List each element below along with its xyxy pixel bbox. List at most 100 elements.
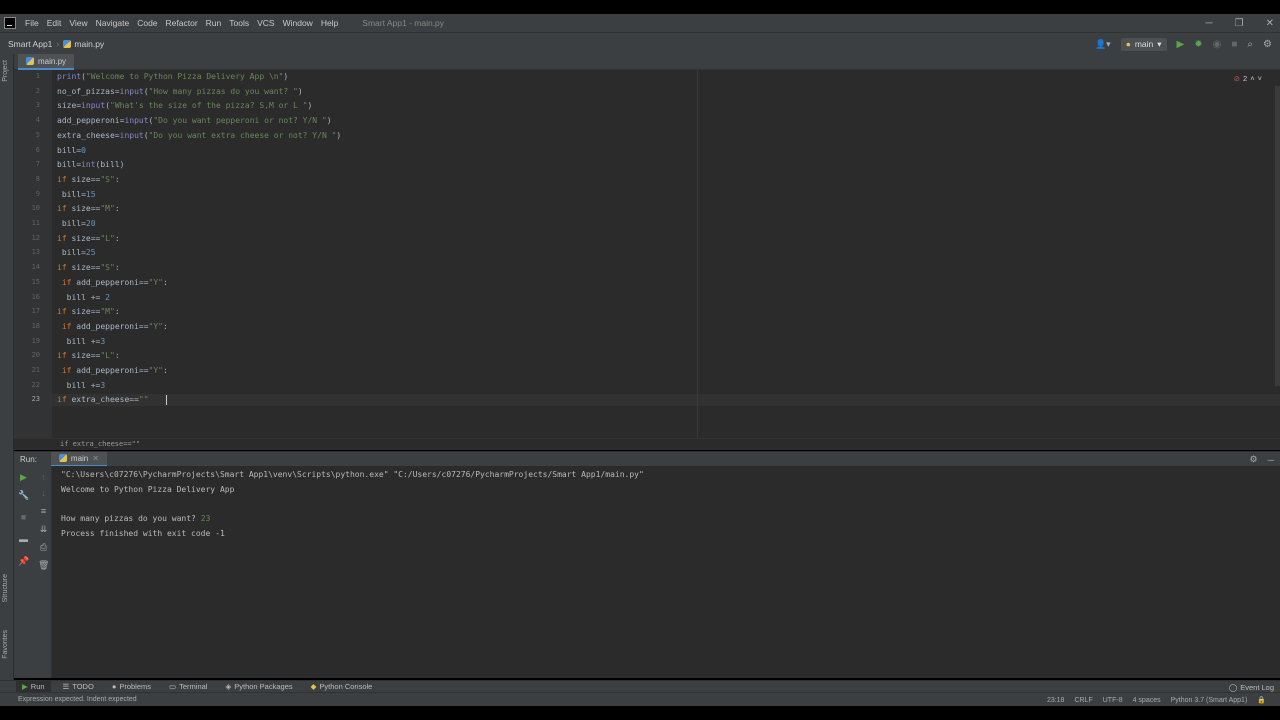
file-encoding[interactable]: UTF-8 [1103, 697, 1123, 704]
line-number: 16 [31, 292, 40, 301]
tool-todo-label: TODO [72, 682, 94, 691]
menu-refactor[interactable]: Refactor [162, 18, 202, 28]
window-controls: ─ ❐ ✕ [1206, 14, 1274, 32]
line-number: 4 [35, 116, 40, 125]
left-tool-strip: Project Structure Favorites [0, 54, 14, 680]
structure-tool-label[interactable]: Structure [2, 574, 9, 602]
error-icon: ⊘ [1233, 74, 1241, 83]
breadcrumb-project[interactable]: Smart App1 [8, 39, 52, 49]
breadcrumb-file[interactable]: main.py [63, 39, 104, 49]
trash-icon[interactable]: 🗑 [38, 560, 49, 571]
right-margin-guide [697, 70, 698, 438]
menu-window[interactable]: Window [279, 18, 317, 28]
layout-icon[interactable]: ▬ [18, 534, 29, 545]
settings-icon[interactable]: ⚙ [1263, 39, 1272, 50]
soft-wrap-icon[interactable]: ≡ [38, 506, 49, 517]
code-editor[interactable]: 1 2 3 4 5 6 7 8 9 10 11 12 13 14 15 16 17 18 19 20 21 22 23 pr… [14, 70, 1280, 438]
menu-navigate[interactable]: Navigate [92, 18, 134, 28]
stop-icon[interactable]: ■ [1231, 39, 1237, 50]
tab-main-py[interactable]: main.py [18, 54, 75, 70]
run-toolbar-secondary: ↑ ↓ ≡ ⇊ ⎙ 🗑 [34, 466, 52, 678]
terminal-icon: ▭ [169, 682, 177, 691]
indent-setting[interactable]: 4 spaces [1133, 697, 1161, 704]
wrench-icon[interactable]: 🔧 [18, 490, 29, 501]
run-tab-main[interactable]: main ✕ [50, 451, 107, 467]
line-number: 7 [35, 160, 40, 169]
tool-run-button[interactable]: ▶ Run [16, 680, 51, 693]
menu-bar: File Edit View Navigate Code Refactor Ru… [0, 14, 1280, 32]
run-configuration-dropdown[interactable]: ● main ▾ [1120, 37, 1167, 51]
debug-icon[interactable]: ✹ [1194, 39, 1202, 50]
arrow-down-icon[interactable]: ↓ [38, 488, 49, 499]
tool-problems-button[interactable]: ● Problems [106, 681, 157, 693]
line-number: 20 [31, 351, 40, 360]
line-number: 23 [31, 395, 40, 404]
text-caret [166, 395, 167, 405]
close-tab-icon[interactable]: ✕ [92, 454, 99, 463]
chevron-up-icon[interactable]: ˄ [1250, 74, 1254, 83]
scroll-to-end-icon[interactable]: ⇊ [38, 524, 49, 535]
console-line-exit: Process finished with exit code -1 [61, 529, 225, 538]
menu-vcs[interactable]: VCS [253, 18, 278, 28]
caret-position[interactable]: 23:18 [1047, 697, 1065, 704]
favorites-tool-label[interactable]: Favorites [2, 630, 9, 659]
stop-icon[interactable]: ■ [18, 512, 29, 523]
run-icon[interactable]: ▶ [1177, 39, 1185, 50]
line-number: 8 [35, 174, 40, 183]
tool-terminal-button[interactable]: ▭ Terminal [163, 681, 213, 693]
code-line: if add_pepperoni=="Y": [61, 321, 168, 331]
search-icon[interactable]: ⌕ [1247, 39, 1253, 50]
print-icon[interactable]: ⎙ [38, 542, 49, 553]
rerun-icon[interactable]: ▶ [18, 472, 29, 483]
chevron-down-icon[interactable]: ˅ [1258, 74, 1262, 83]
menu-view[interactable]: View [65, 18, 91, 28]
line-number: 14 [31, 263, 40, 272]
code-breadcrumb-label[interactable]: if extra_cheese=="" [60, 440, 140, 448]
editor-scrollbar[interactable] [1275, 86, 1280, 386]
user-icon[interactable]: 👤▾ [1095, 39, 1111, 50]
menu-edit[interactable]: Edit [43, 18, 66, 28]
menu-code[interactable]: Code [133, 18, 161, 28]
menu-help[interactable]: Help [317, 18, 342, 28]
code-line: if size=="S": [57, 174, 120, 184]
tool-python-console-label: Python Console [319, 682, 373, 691]
code-line: bill +=3 [57, 336, 106, 346]
menu-run[interactable]: Run [202, 18, 226, 28]
menu-tools[interactable]: Tools [225, 18, 253, 28]
close-icon[interactable]: ✕ [1266, 18, 1274, 29]
line-number: 18 [31, 321, 40, 330]
tool-python-console-button[interactable]: ◆ Python Console [305, 681, 379, 693]
line-separator[interactable]: CRLF [1074, 697, 1092, 704]
window-title: Smart App1 - main.py [362, 18, 445, 28]
chevron-down-icon: ▾ [1157, 38, 1162, 49]
tool-window-bar: ▶ Run ☰ TODO ● Problems ▭ Terminal ◈ Pyt… [0, 680, 1280, 693]
line-number: 9 [35, 189, 40, 198]
hide-icon[interactable]: ─ [1268, 455, 1274, 465]
tool-python-packages-button[interactable]: ◈ Python Packages [219, 681, 298, 693]
python-config-icon: ● [1125, 39, 1131, 49]
project-tool-label[interactable]: Project [2, 60, 9, 82]
code-line: extra_cheese=input("Do you want extra ch… [57, 130, 342, 140]
menu-file[interactable]: File [21, 18, 43, 28]
python-file-icon [26, 57, 34, 65]
inspection-widget[interactable]: ⊘ 2 ˄ ˅ [1234, 74, 1262, 83]
interpreter-selector[interactable]: Python 3.7 (Smart App1) [1171, 697, 1248, 704]
event-log-icon: ◯ [1228, 682, 1238, 692]
status-widgets: 23:18 CRLF UTF-8 4 spaces Python 3.7 (Sm… [1047, 693, 1266, 707]
problems-icon: ● [111, 682, 117, 691]
coverage-icon[interactable]: ◉ [1213, 39, 1222, 50]
tool-todo-button[interactable]: ☰ TODO [57, 681, 100, 693]
restore-icon[interactable]: ❐ [1235, 18, 1244, 29]
code-line: if size=="L": [57, 351, 120, 361]
python-console-icon: ◆ [310, 682, 317, 691]
lock-icon[interactable]: 🔒 [1257, 696, 1266, 704]
settings-icon[interactable]: ⚙ [1250, 454, 1258, 465]
pin-icon[interactable]: 📌 [18, 556, 29, 567]
editor-tab-bar: main.py [14, 54, 1280, 70]
line-number: 17 [31, 307, 40, 316]
line-number: 11 [31, 219, 40, 227]
minimize-icon[interactable]: ─ [1206, 18, 1213, 29]
arrow-up-icon[interactable]: ↑ [38, 472, 49, 483]
run-console[interactable]: ▶ 🔧 ■ ▬ 📌 ↑ ↓ ≡ ⇊ ⎙ 🗑 "C:\Users\c07276\P… [14, 466, 1280, 678]
breadcrumb-file-label: main.py [74, 38, 105, 49]
